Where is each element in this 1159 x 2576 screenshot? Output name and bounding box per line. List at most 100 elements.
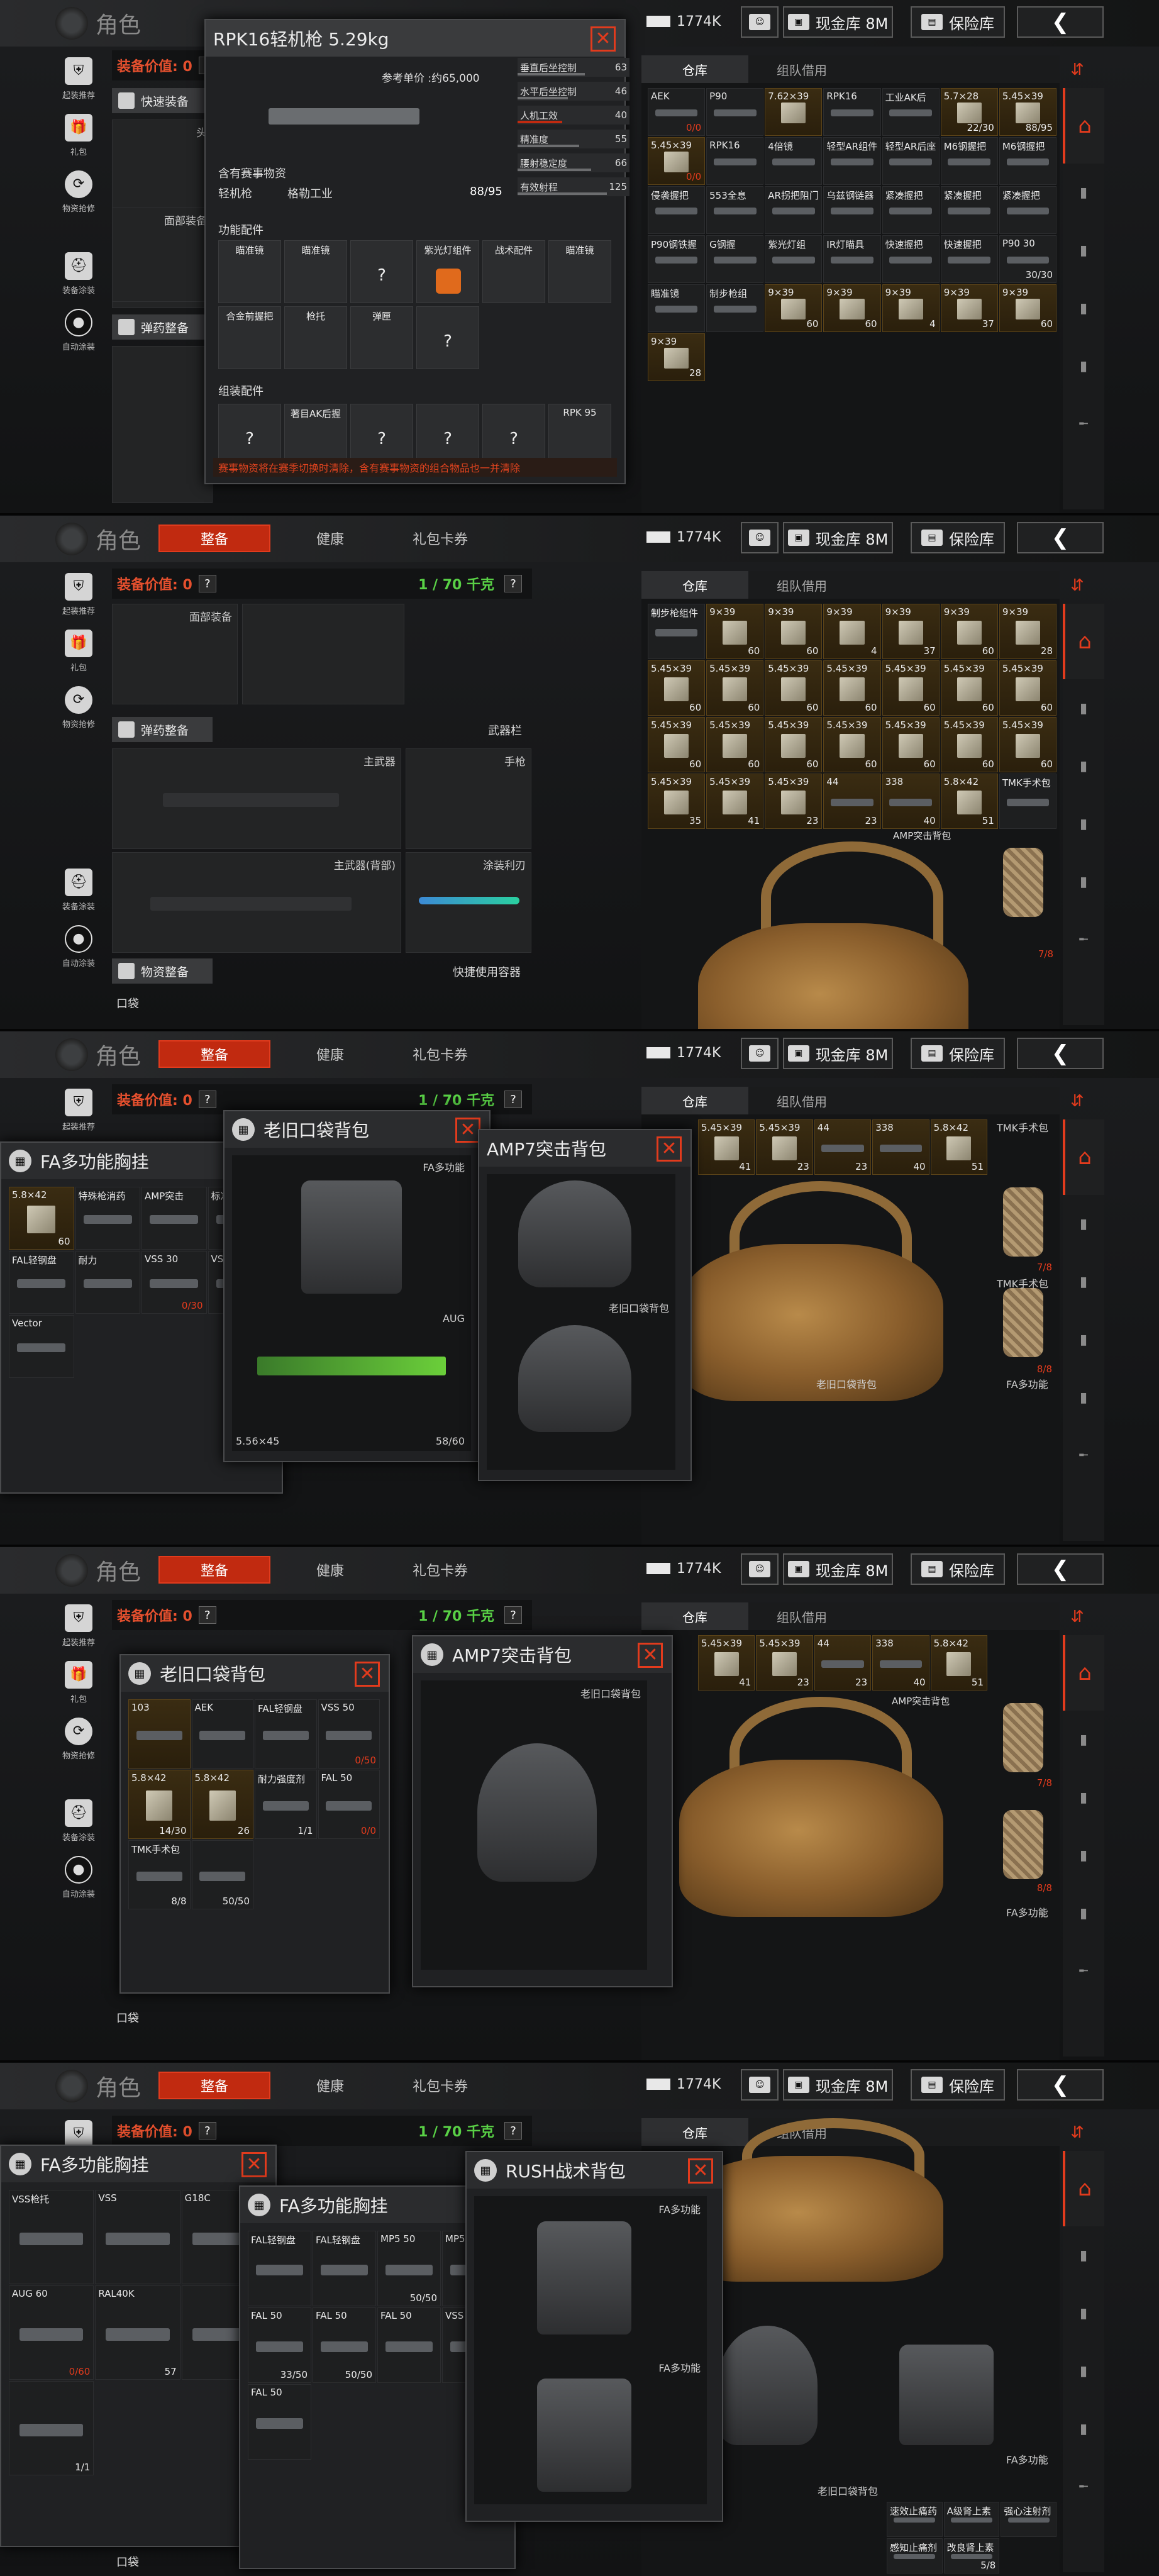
category-icon[interactable]: ▮ (1063, 2226, 1104, 2284)
inventory-item[interactable]: FAL轻钢盘 (9, 1251, 74, 1314)
inventory-item[interactable]: 9×39 4 (823, 604, 881, 659)
category-icon[interactable]: ▮ (1063, 1826, 1104, 1884)
tab-gift-vouchers[interactable]: 礼包卡券 (390, 1556, 491, 1584)
tab-storage[interactable]: 仓库 (641, 55, 748, 83)
inventory-item[interactable]: 紫光灯组 (765, 235, 823, 283)
inventory-item[interactable]: 5.45×39 0/0 (648, 137, 706, 185)
face-slot[interactable]: 面部装备 (112, 208, 213, 302)
inventory-item[interactable]: M6钢握把 (940, 137, 998, 185)
inventory-item[interactable]: MP5 50 50/50 (377, 2231, 441, 2306)
inventory-item[interactable]: 5.45×39 60 (882, 660, 940, 716)
inventory-item[interactable]: 5.8×42 60 (9, 1187, 74, 1250)
inventory-item[interactable]: 9×39 28 (999, 604, 1056, 659)
rifle-icon[interactable]: ╾ (1063, 911, 1104, 969)
left-rail-item[interactable]: ⛑ 装备涂装 (54, 862, 103, 918)
tab-gift-vouchers[interactable]: 礼包卡券 (390, 1040, 491, 1068)
tab-health[interactable]: 健康 (289, 1556, 371, 1584)
part-slot[interactable]: 弹匣 (350, 306, 413, 369)
inventory-item[interactable]: 轻型AR后座 (882, 137, 940, 185)
inventory-item[interactable]: P90钢铁握 (648, 235, 706, 283)
inventory-item[interactable]: IR灯瞄具 (823, 235, 881, 283)
left-rail-item[interactable]: ⛨ 起装推荐 (54, 50, 103, 107)
home-icon[interactable]: ⌂ (1063, 2151, 1104, 2226)
category-icon[interactable]: ▮ (1063, 1311, 1104, 1368)
knife-slot[interactable]: 涂装利刃 (406, 852, 531, 953)
profile-button[interactable]: ☺ (741, 522, 779, 553)
ammo-bar[interactable]: 弹药整备 (112, 314, 213, 340)
inventory-item[interactable]: RPK16 (706, 137, 764, 185)
category-icon[interactable]: ▮ (1063, 679, 1104, 737)
inventory-item[interactable]: 5.45×39 41 (698, 1635, 755, 1690)
inventory-item[interactable]: 5.45×39 60 (706, 717, 764, 772)
cash-vault-button[interactable]: ▣ 现金库 8M (783, 1553, 893, 1585)
back-button[interactable]: ❮ (1017, 1038, 1104, 1069)
close-icon[interactable]: ✕ (638, 1643, 663, 1668)
inventory-item[interactable]: AMP突击 (141, 1187, 207, 1250)
tab-storage[interactable]: 仓库 (641, 2118, 748, 2146)
inventory-item[interactable]: 5.45×39 60 (706, 660, 764, 716)
left-rail-item[interactable]: ⛨ 起装推荐 (54, 566, 103, 623)
left-rail-item[interactable]: ⟳ 物资抢修 (54, 164, 103, 220)
tab-team-borrow[interactable]: 组队借用 (748, 1087, 855, 1114)
tab-loadout[interactable]: 整备 (158, 1556, 270, 1584)
close-icon[interactable]: ✕ (657, 1136, 682, 1162)
category-icon[interactable]: ▮ (1063, 795, 1104, 853)
quick-equip-bar[interactable]: 快速装备 (112, 88, 213, 113)
tab-health[interactable]: 健康 (289, 525, 371, 552)
part-slot[interactable]: 合金前握把 (218, 306, 281, 369)
help-icon[interactable]: ? (504, 575, 522, 592)
inventory-item[interactable]: 5.45×39 60 (999, 717, 1056, 772)
inventory-item[interactable]: 44 23 (814, 1119, 872, 1175)
inventory-item[interactable]: 5.45×39 60 (823, 717, 881, 772)
inventory-item[interactable]: FAL 50 50/50 (313, 2307, 376, 2383)
inventory-item[interactable]: 5.45×39 60 (823, 660, 881, 716)
close-icon[interactable]: ✕ (688, 2158, 713, 2184)
inventory-item[interactable]: 9×39 60 (765, 284, 823, 332)
inventory-item[interactable]: 紧凑握把 (882, 186, 940, 234)
inventory-item[interactable]: A级肾上素 (943, 2502, 1000, 2537)
inventory-item[interactable]: 9×39 60 (940, 604, 998, 659)
help-icon[interactable]: ? (198, 575, 216, 592)
category-icon[interactable]: ▮ (1063, 164, 1104, 221)
inventory-item[interactable]: FAL 50 (377, 2307, 441, 2383)
profile-button[interactable]: ☺ (741, 1553, 779, 1585)
help-icon[interactable]: ? (198, 1606, 216, 1624)
safe-button[interactable]: ▤ 保险库 (911, 522, 1005, 553)
inventory-item[interactable]: 9×39 28 (648, 333, 706, 381)
sort-icon[interactable]: ⇵ (1063, 1087, 1092, 1116)
tab-loadout[interactable]: 整备 (158, 525, 270, 552)
category-icon[interactable]: ▮ (1063, 221, 1104, 279)
inventory-item[interactable]: 9×39 60 (765, 604, 823, 659)
inventory-item[interactable]: 工业AK后 (882, 88, 940, 136)
inventory-item[interactable]: AUG 60 0/60 (9, 2285, 94, 2380)
category-icon[interactable]: ▮ (1063, 1368, 1104, 1426)
inventory-item[interactable]: 338 40 (872, 1119, 929, 1175)
tab-team-borrow[interactable]: 组队借用 (748, 55, 855, 83)
inventory-item[interactable]: VSS枪托 (9, 2190, 94, 2284)
inventory-item[interactable]: 5.8×42 51 (930, 1635, 987, 1690)
inventory-item[interactable]: P90 (706, 88, 764, 136)
ammo-bar[interactable]: 弹药整备 (112, 717, 213, 742)
inventory-item[interactable]: 5.45×39 60 (648, 660, 706, 716)
inventory-item[interactable]: 9×39 60 (999, 284, 1056, 332)
inventory-item[interactable]: Vector (9, 1315, 74, 1378)
tab-team-borrow[interactable]: 组队借用 (748, 1602, 855, 1630)
inventory-item[interactable]: 紧凑握把 (999, 186, 1056, 234)
category-icon[interactable]: ▮ (1063, 1711, 1104, 1768)
back-weapon-slot[interactable]: 主武器(背部) (112, 852, 401, 953)
part-slot[interactable]: 枪托 (284, 306, 347, 369)
inventory-item[interactable]: FAL轻钢盘 (313, 2231, 376, 2306)
category-icon[interactable]: ▮ (1063, 1253, 1104, 1311)
inventory-item[interactable]: 5.8×42 14/30 (128, 1770, 191, 1839)
inventory-item[interactable]: TMK手术包 8/8 (128, 1840, 191, 1909)
home-icon[interactable]: ⌂ (1063, 88, 1104, 164)
left-rail-item[interactable]: 🎁 礼包 (54, 623, 103, 679)
category-icon[interactable]: ▮ (1063, 2284, 1104, 2342)
inventory-item[interactable]: 4倍镜 (765, 137, 823, 185)
left-rail-item[interactable]: ● 自动涂装 (54, 918, 103, 975)
cash-vault-button[interactable]: ▣ 现金库 8M (783, 6, 893, 38)
rifle-icon[interactable]: ╾ (1063, 1942, 1104, 2000)
inventory-item[interactable]: VSS 50 0/50 (318, 1699, 380, 1768)
help-icon[interactable]: ? (504, 2122, 522, 2140)
right-item[interactable]: 老旧口袋背包 (818, 2483, 878, 2498)
